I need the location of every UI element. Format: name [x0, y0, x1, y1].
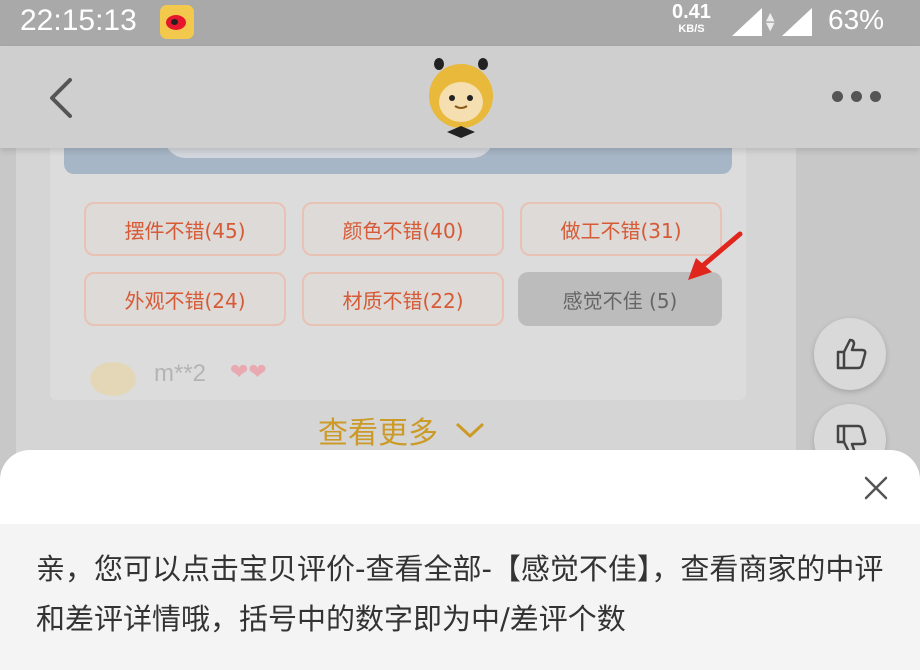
status-bar: 22:15:13 0.41 KB/S ▲ ▼ 63% [0, 0, 920, 46]
review-tag[interactable]: 摆件不错(45) [84, 202, 286, 256]
nav-bar [0, 46, 920, 148]
mascot-logo [429, 58, 493, 138]
avatar [90, 362, 136, 396]
network-speed-unit: KB/S [678, 23, 705, 35]
network-speed: 0.41 KB/S [672, 2, 711, 35]
sheet-header [0, 450, 920, 524]
sheet-body: 亲，您可以点击宝贝评价-查看全部-【感觉不佳】，查看商家的中评和差评详情哦，括号… [0, 524, 920, 670]
back-icon[interactable] [40, 74, 84, 122]
signal-icon [782, 8, 812, 36]
tip-message: 亲，您可以点击宝贝评价-查看全部-【感觉不佳】，查看商家的中评和差评详情哦，括号… [36, 552, 884, 636]
battery-level: 63% [828, 4, 885, 35]
status-time: 22:15:13 [20, 4, 137, 37]
weibo-icon [160, 5, 194, 39]
see-more-label: 查看更多 [318, 416, 438, 451]
thumbs-up-icon [836, 338, 867, 370]
tip-bottom-sheet: 亲，您可以点击宝贝评价-查看全部-【感觉不佳】，查看商家的中评和差评详情哦，括号… [0, 450, 920, 670]
data-activity-icon: ▲ ▼ [766, 10, 775, 33]
review-tag[interactable]: 材质不错(22) [302, 272, 504, 326]
chevron-down-icon [455, 422, 485, 438]
thumbs-up-button[interactable] [814, 318, 886, 390]
review-tag[interactable]: 外观不错(24) [84, 272, 286, 326]
see-more-button[interactable]: 查看更多 [318, 408, 486, 452]
network-speed-value: 0.41 [672, 1, 711, 23]
annotation-arrow-icon [688, 231, 743, 280]
more-icon[interactable] [832, 84, 888, 108]
reviewer-name: m**2 [154, 360, 207, 387]
reviewer-level-hearts: ❤❤ [230, 360, 267, 385]
review-tag[interactable]: 颜色不错(40) [302, 202, 504, 256]
signal-icon [732, 8, 762, 36]
close-icon[interactable] [860, 472, 892, 504]
